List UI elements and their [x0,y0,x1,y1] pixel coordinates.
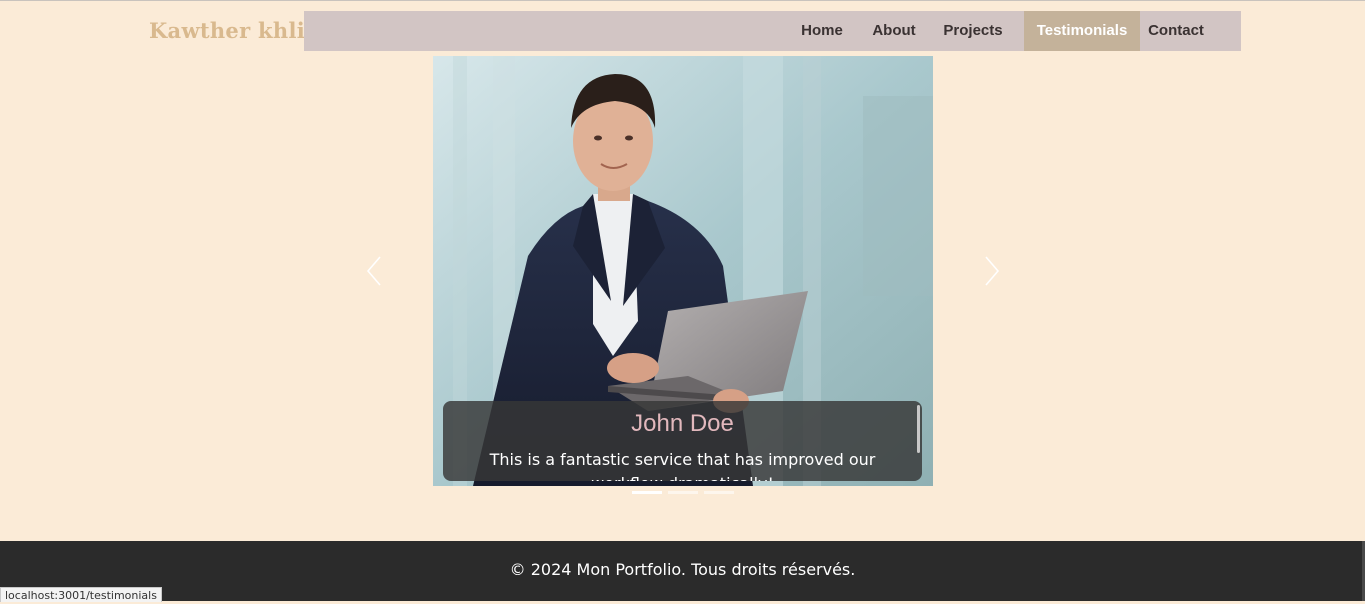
testimonial-quote: This is a fantastic service that has imp… [489,450,876,481]
chevron-right-icon [985,256,1000,286]
testimonial-caption: John Doe This is a fantastic service tha… [443,401,922,481]
nav-testimonials[interactable]: Testimonials [1024,11,1140,51]
nav-about[interactable]: About [860,11,928,51]
nav-home[interactable]: Home [786,11,858,51]
carousel-indicator-2[interactable] [668,491,698,494]
testimonial-carousel: John Doe This is a fantastic service tha… [433,56,933,486]
carousel-indicator-1[interactable] [632,491,662,494]
top-border [0,0,1365,1]
chevron-left-icon [366,256,381,286]
brand-logo[interactable]: Kawther khlif [149,18,314,43]
nav-projects[interactable]: Projects [932,11,1014,51]
carousel-prev-button[interactable] [362,254,386,288]
browser-status-url: localhost:3001/testimonials [0,587,162,602]
site-footer: © 2024 Mon Portfolio. Tous droits réserv… [0,541,1365,601]
testimonial-author: John Doe [631,410,734,437]
carousel-indicator-3[interactable] [704,491,734,494]
carousel-next-button[interactable] [980,254,1004,288]
main-nav: Home About Projects Testimonials Contact [304,11,1241,51]
nav-contact[interactable]: Contact [1141,11,1211,51]
caption-scrollbar[interactable] [917,405,920,453]
footer-copyright: © 2024 Mon Portfolio. Tous droits réserv… [509,560,856,579]
